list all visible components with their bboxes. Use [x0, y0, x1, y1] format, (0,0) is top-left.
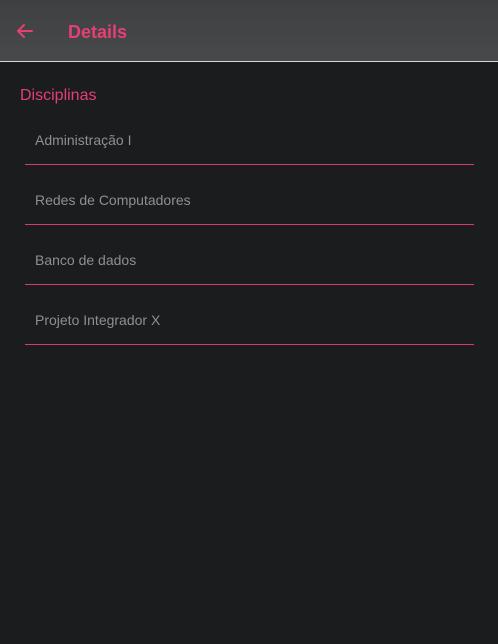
discipline-label: Banco de dados — [35, 252, 137, 268]
discipline-item[interactable]: Administração I — [25, 105, 474, 165]
arrow-left-icon — [17, 24, 33, 38]
app-bar: Details — [0, 0, 498, 62]
discipline-item[interactable]: Redes de Computadores — [25, 165, 474, 225]
discipline-label: Projeto Integrador X — [35, 312, 161, 328]
page-title: Details — [68, 22, 128, 42]
disciplines-list: Administração I Redes de Computadores Ba… — [25, 105, 474, 345]
discipline-label: Administração I — [35, 132, 132, 148]
back-button[interactable] — [10, 16, 40, 46]
discipline-label: Redes de Computadores — [35, 192, 191, 208]
discipline-item[interactable]: Projeto Integrador X — [25, 285, 474, 345]
discipline-item[interactable]: Banco de dados — [25, 225, 474, 285]
section-title: Disciplinas — [20, 87, 97, 104]
